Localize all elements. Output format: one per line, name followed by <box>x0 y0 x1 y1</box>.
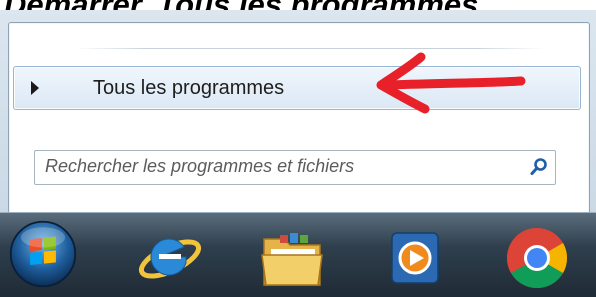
taskbar <box>0 212 596 297</box>
folder-icon[interactable] <box>258 223 328 293</box>
red-arrow-annotation <box>376 52 526 114</box>
media-player-icon[interactable] <box>380 223 450 293</box>
start-menu: Tous les programmes <box>0 10 596 214</box>
windows-start-orb-icon[interactable] <box>8 219 78 289</box>
expand-arrow-icon <box>31 81 39 95</box>
internet-explorer-icon[interactable] <box>134 223 204 293</box>
menu-separator <box>75 48 545 49</box>
search-icon[interactable] <box>529 157 549 177</box>
chrome-icon[interactable] <box>502 223 572 293</box>
all-programs-label: Tous les programmes <box>93 77 285 99</box>
start-menu-left-pane: Tous les programmes <box>8 22 590 214</box>
search-input[interactable] <box>35 151 505 182</box>
search-box[interactable] <box>34 150 556 185</box>
